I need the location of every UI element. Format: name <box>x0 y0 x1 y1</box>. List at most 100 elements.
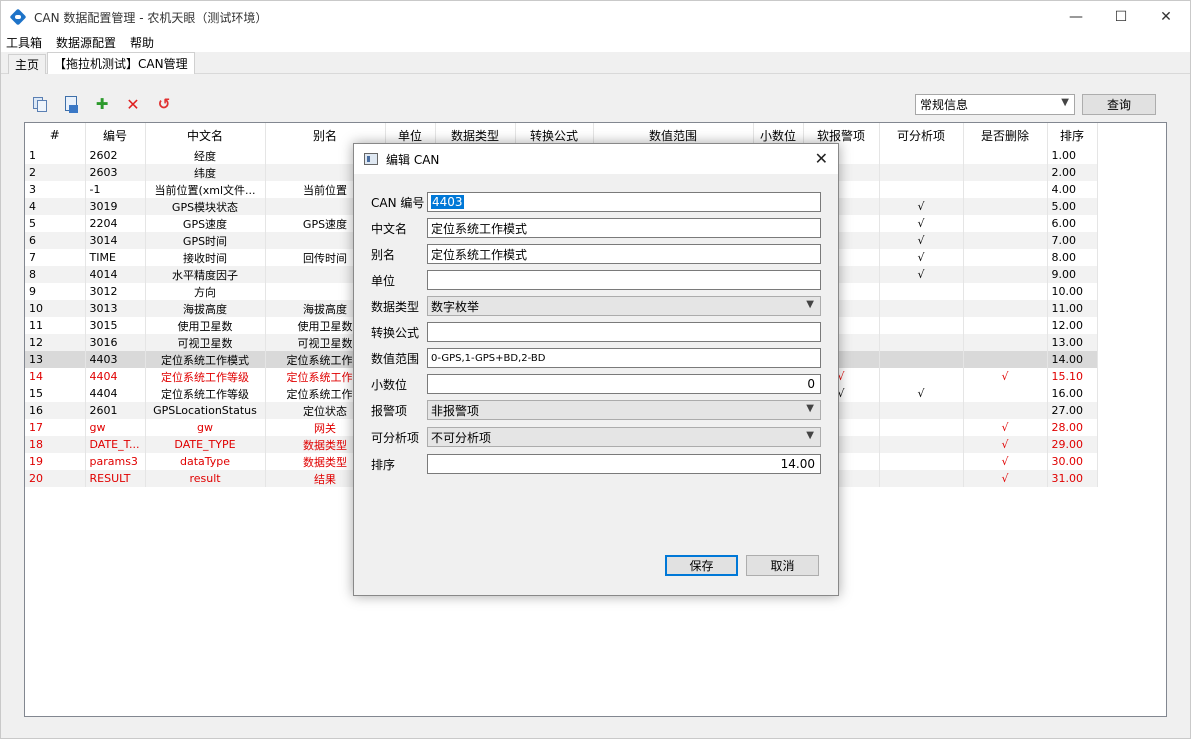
table-cell: √ <box>879 215 964 232</box>
table-cell: 13 <box>25 351 86 368</box>
alarm-value: 非报警项 <box>431 403 480 418</box>
data-type-value: 数字枚举 <box>431 299 480 314</box>
table-cell <box>963 266 1048 283</box>
table-cell <box>879 283 964 300</box>
table-cell <box>879 453 964 470</box>
table-cell: DATE_TYPE <box>145 436 266 453</box>
column-header[interactable]: 中文名 <box>145 123 266 147</box>
table-cell: 11 <box>25 317 86 334</box>
cancel-button[interactable]: 取消 <box>746 555 819 576</box>
save-button[interactable]: 保存 <box>665 555 738 576</box>
can-id-label: CAN 编号 <box>371 196 425 210</box>
unit-field[interactable] <box>427 270 821 290</box>
table-cell: 定位系统工作等级 <box>145 368 266 385</box>
add-icon[interactable]: ✚ <box>91 93 113 115</box>
column-header[interactable]: 是否删除 <box>963 123 1048 147</box>
table-cell <box>879 368 964 385</box>
query-button[interactable]: 查询 <box>1082 94 1156 115</box>
chevron-down-icon: ▼ <box>806 430 814 441</box>
minimize-button[interactable]: — <box>1053 1 1099 33</box>
category-select[interactable]: 常规信息 ▼ <box>915 94 1075 115</box>
dialog-close-icon[interactable]: ✕ <box>815 149 828 168</box>
app-window: CAN 数据配置管理 - 农机天眼（测试环境） — ☐ ✕ 工具箱 数据源配置 … <box>0 0 1191 739</box>
table-cell <box>963 351 1048 368</box>
row-cn-name: 中文名 <box>371 218 427 239</box>
column-header[interactable]: 可分析项 <box>879 123 964 147</box>
table-cell <box>879 334 964 351</box>
alarm-select[interactable]: 非报警项 ▼ <box>427 400 821 420</box>
table-cell: 20 <box>25 470 86 487</box>
table-cell: 2 <box>25 164 86 181</box>
data-type-select[interactable]: 数字枚举 ▼ <box>427 296 821 316</box>
formula-field[interactable] <box>427 322 821 342</box>
table-cell <box>963 249 1048 266</box>
undo-icon[interactable]: ↺ <box>153 93 175 115</box>
table-cell <box>963 317 1048 334</box>
delete-icon[interactable]: ✕ <box>122 93 144 115</box>
sort-field[interactable]: 14.00 <box>427 454 821 474</box>
table-cell <box>963 300 1048 317</box>
table-cell: GPS模块状态 <box>145 198 266 215</box>
export-icon[interactable] <box>60 93 82 115</box>
row-can-id: CAN 编号 <box>371 192 427 213</box>
column-header[interactable]: 编号 <box>85 123 146 147</box>
menu-help[interactable]: 帮助 <box>130 34 154 51</box>
table-cell <box>963 147 1048 164</box>
cn-name-label: 中文名 <box>371 222 408 236</box>
analyzable-select[interactable]: 不可分析项 ▼ <box>427 427 821 447</box>
range-label: 数值范围 <box>371 352 420 366</box>
table-cell: dataType <box>145 453 266 470</box>
tab-can-management[interactable]: 【拖拉机测试】CAN管理 <box>47 52 195 74</box>
table-cell: TIME <box>85 249 146 266</box>
analyzable-label: 可分析项 <box>371 431 420 445</box>
table-cell <box>963 334 1048 351</box>
table-cell <box>963 402 1048 419</box>
tab-home[interactable]: 主页 <box>8 54 47 74</box>
dialog-title-bar: 编辑 CAN ✕ <box>354 144 838 174</box>
table-cell: 16.00 <box>1047 385 1098 402</box>
menu-toolbox[interactable]: 工具箱 <box>6 34 42 51</box>
range-field[interactable]: 0-GPS,1-GPS+BD,2-BD <box>427 348 821 368</box>
column-header[interactable]: # <box>25 123 86 147</box>
table-cell: √ <box>963 368 1048 385</box>
table-cell: √ <box>879 385 964 402</box>
row-unit: 单位 <box>371 270 427 291</box>
table-cell: RESULT <box>85 470 146 487</box>
table-cell: 3 <box>25 181 86 198</box>
edit-can-dialog: 编辑 CAN ✕ CAN 编号 4403 中文名 定位系统工作模式 别名 定位系… <box>353 143 839 596</box>
can-id-field[interactable]: 4403 <box>427 192 821 212</box>
close-window-button[interactable]: ✕ <box>1143 1 1189 33</box>
table-cell: GPS速度 <box>145 215 266 232</box>
can-id-value: 4403 <box>431 195 464 209</box>
alias-field[interactable]: 定位系统工作模式 <box>427 244 821 264</box>
cn-name-field[interactable]: 定位系统工作模式 <box>427 218 821 238</box>
title-bar: CAN 数据配置管理 - 农机天眼（测试环境） — ☐ ✕ <box>1 1 1190 33</box>
table-cell: √ <box>879 198 964 215</box>
table-cell: 1.00 <box>1047 147 1098 164</box>
row-formula: 转换公式 <box>371 322 427 343</box>
copy-icon[interactable] <box>29 93 51 115</box>
table-cell: -1 <box>85 181 146 198</box>
chevron-down-icon: ▼ <box>806 403 814 414</box>
tab-strip: 主页 【拖拉机测试】CAN管理 <box>1 52 1190 74</box>
table-cell <box>879 147 964 164</box>
table-cell: 1 <box>25 147 86 164</box>
table-cell: 12 <box>25 334 86 351</box>
decimals-field[interactable]: 0 <box>427 374 821 394</box>
table-cell <box>879 419 964 436</box>
data-type-label: 数据类型 <box>371 300 420 314</box>
table-cell <box>963 164 1048 181</box>
dialog-title: 编辑 CAN <box>386 152 440 167</box>
table-cell: 9 <box>25 283 86 300</box>
table-cell <box>963 232 1048 249</box>
table-cell: 29.00 <box>1047 436 1098 453</box>
menu-datasource-config[interactable]: 数据源配置 <box>56 34 116 51</box>
analyzable-value: 不可分析项 <box>431 430 492 445</box>
maximize-button[interactable]: ☐ <box>1098 1 1144 33</box>
row-range: 数值范围 <box>371 348 427 369</box>
table-cell: √ <box>879 232 964 249</box>
column-header[interactable]: 排序 <box>1047 123 1098 147</box>
table-cell: 10.00 <box>1047 283 1098 300</box>
alias-label: 别名 <box>371 248 396 262</box>
table-cell: 当前位置(xml文件... <box>145 181 266 198</box>
